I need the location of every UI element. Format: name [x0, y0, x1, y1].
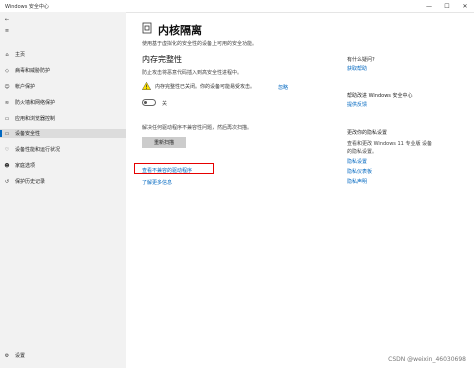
- sidebar-item-label: 设备安全性: [15, 131, 41, 137]
- privacy-description: 查看和更改 Windows 11 专业版 设备: [347, 141, 433, 147]
- app-window-icon: ▭: [4, 115, 10, 122]
- privacy-statement-link[interactable]: 隐私声明: [347, 178, 367, 185]
- sidebar-item-home[interactable]: ⌂ 主页: [0, 50, 126, 59]
- sidebar-item-label: 防火墙和网络保护: [15, 100, 56, 106]
- back-arrow-icon: ←: [4, 16, 10, 23]
- main-content: 内核隔离 使用基于虚拟化的安全性的设备上可用的安全功能。 内存完整性 防止攻击将…: [126, 12, 474, 368]
- gear-icon: ⚙: [4, 352, 10, 359]
- family-icon: ☻: [4, 162, 10, 169]
- minimize-button[interactable]: —: [420, 0, 438, 12]
- sidebar-item-virus-protection[interactable]: ◇ 病毒和威胁防护: [0, 66, 126, 75]
- sidebar-item-label: 设备性能和运行状况: [15, 147, 61, 153]
- sidebar-item-account-protection[interactable]: ☺ 帐户保护: [0, 82, 126, 91]
- back-button[interactable]: ←: [0, 15, 126, 24]
- view-incompatible-drivers-link[interactable]: 查看不兼容的驱动程序: [142, 167, 192, 174]
- improve-heading: 帮助改进 Windows 安全中心: [347, 93, 413, 99]
- memory-integrity-warning: 内存完整性已关闭。你的设备可能易受攻击。: [142, 82, 255, 90]
- toggle-state-label: 关: [162, 101, 168, 107]
- home-icon: ⌂: [5, 51, 9, 58]
- sidebar-item-label: 应用和浏览器控制: [15, 116, 56, 122]
- sidebar-item-label: 帐户保护: [15, 84, 36, 90]
- sidebar-item-label: 病毒和威胁防护: [15, 68, 51, 74]
- sidebar-item-settings[interactable]: ⚙ 设置: [0, 351, 126, 360]
- sidebar-item-family-options[interactable]: ☻ 家庭选项: [0, 161, 126, 170]
- privacy-heading: 更改你的隐私设置: [347, 130, 388, 136]
- memory-integrity-description: 防止攻击将恶意代码插入到高安全性进程中。: [142, 70, 243, 76]
- incompatibility-note: 解决任何驱动程序不兼容性问题，然后再次扫描。: [142, 125, 253, 131]
- laptop-icon: ▭: [4, 130, 10, 137]
- shield-icon: ◇: [5, 67, 9, 74]
- page-description: 使用基于虚拟化的安全性的设备上可用的安全功能。: [142, 41, 258, 47]
- wifi-icon: ≋: [4, 99, 10, 106]
- window-controls: — ☐ ✕: [420, 0, 474, 12]
- privacy-settings-link[interactable]: 隐私设置: [347, 158, 367, 165]
- sidebar-item-device-performance[interactable]: ♡ 设备性能和运行状况: [0, 145, 126, 154]
- learn-more-link[interactable]: 了解更多信息: [142, 179, 172, 186]
- privacy-dashboard-link[interactable]: 隐私仪表板: [347, 168, 372, 175]
- heart-icon: ♡: [4, 146, 10, 153]
- maximize-button[interactable]: ☐: [438, 0, 456, 12]
- menu-button[interactable]: ≡: [0, 26, 126, 35]
- sidebar-item-label: 保护历史记录: [15, 179, 46, 185]
- warning-text: 内存完整性已关闭。你的设备可能易受攻击。: [155, 83, 256, 90]
- core-isolation-icon: [142, 22, 152, 34]
- sidebar-item-label: 设置: [15, 353, 26, 359]
- warning-icon: [142, 82, 151, 90]
- privacy-description-cont: 的隐私设置。: [347, 149, 378, 155]
- watermark: CSDN @weixin_46030698: [388, 356, 466, 363]
- page-title: 内核隔离: [158, 24, 202, 37]
- rescan-button[interactable]: 重新扫描: [142, 137, 186, 148]
- sidebar-item-device-security[interactable]: ▭ 设备安全性: [0, 129, 126, 138]
- toggle-knob: [144, 101, 147, 104]
- person-icon: ☺: [4, 83, 10, 90]
- dismiss-link[interactable]: 忽略: [278, 84, 288, 91]
- window-title: Windows 安全中心: [5, 4, 49, 10]
- hamburger-menu-icon: ≡: [4, 27, 10, 34]
- history-icon: ↺: [4, 178, 10, 185]
- sidebar-item-label: 家庭选项: [15, 163, 36, 169]
- sidebar-item-app-browser-control[interactable]: ▭ 应用和浏览器控制: [0, 114, 126, 123]
- memory-integrity-heading: 内存完整性: [142, 55, 182, 64]
- get-help-link[interactable]: 获取帮助: [347, 65, 367, 72]
- questions-heading: 有什么疑问?: [347, 57, 375, 63]
- feedback-link[interactable]: 提供反馈: [347, 101, 367, 108]
- memory-integrity-toggle[interactable]: [142, 99, 156, 106]
- close-button[interactable]: ✕: [456, 0, 474, 12]
- sidebar-item-label: 主页: [15, 52, 26, 58]
- sidebar-item-protection-history[interactable]: ↺ 保护历史记录: [0, 177, 126, 186]
- sidebar: ← ≡ ⌂ 主页 ◇ 病毒和威胁防护 ☺ 帐户保护 ≋ 防火墙和网络保护 ▭ 应…: [0, 12, 126, 368]
- sidebar-item-firewall[interactable]: ≋ 防火墙和网络保护: [0, 98, 126, 107]
